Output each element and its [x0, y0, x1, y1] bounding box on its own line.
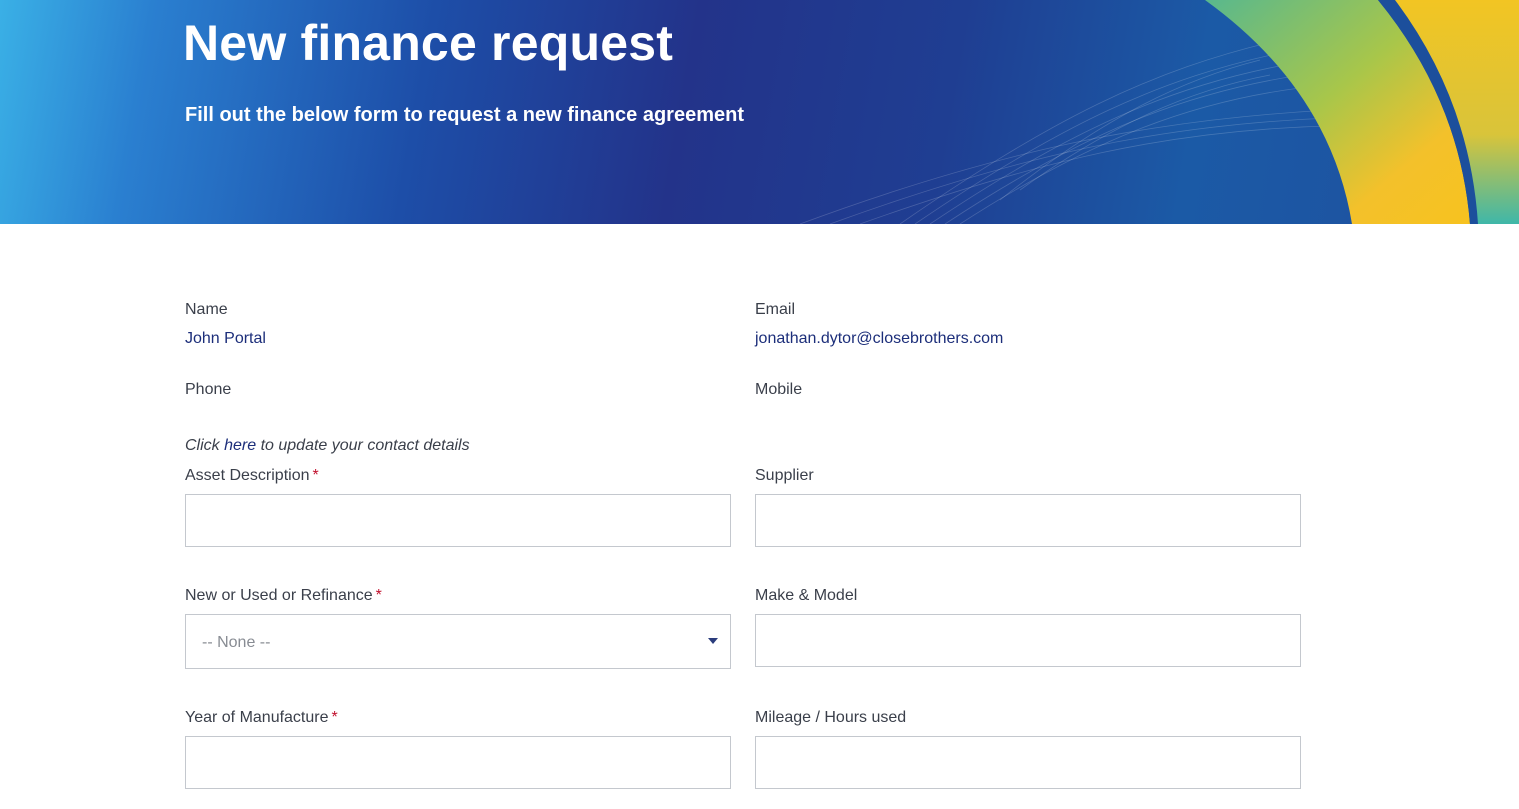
year-input[interactable]: [185, 736, 731, 789]
mobile-label: Mobile: [755, 381, 803, 398]
phone-field: Phone: [185, 380, 731, 400]
name-field: Name John Portal: [185, 300, 731, 349]
make-model-input[interactable]: [755, 614, 1301, 667]
mileage-label: Mileage / Hours used: [755, 709, 907, 726]
supplier-field: Supplier: [755, 466, 1301, 547]
name-label: Name: [185, 301, 228, 318]
required-marker: *: [375, 587, 382, 604]
asset-description-input[interactable]: [185, 494, 731, 547]
required-marker: *: [312, 467, 319, 484]
name-value: John Portal: [185, 330, 266, 347]
asset-description-label: Asset Description *: [185, 467, 319, 484]
mobile-field: Mobile: [755, 380, 1301, 400]
supplier-input[interactable]: [755, 494, 1301, 547]
update-contact-suffix: to update your contact details: [256, 437, 470, 454]
mileage-field: Mileage / Hours used: [755, 708, 1301, 789]
condition-field: New or Used or Refinance * -- None --: [185, 586, 731, 669]
condition-selected-value: -- None --: [202, 634, 271, 651]
make-model-label: Make & Model: [755, 587, 858, 604]
required-marker: *: [331, 709, 338, 726]
email-label: Email: [755, 301, 796, 318]
page-title: New finance request: [183, 15, 674, 71]
page-subtitle: Fill out the below form to request a new…: [185, 104, 744, 126]
page-header-banner: New finance request Fill out the below f…: [0, 0, 1519, 224]
chevron-down-icon: [708, 638, 718, 644]
update-contact-link[interactable]: here: [224, 437, 256, 454]
phone-label: Phone: [185, 381, 232, 398]
make-model-field: Make & Model: [755, 586, 1301, 667]
finance-request-form: Name John Portal Email jonathan.dytor@cl…: [185, 224, 1301, 809]
condition-label: New or Used or Refinance *: [185, 587, 382, 604]
update-contact-hint: Click here to update your contact detail…: [185, 437, 470, 455]
update-contact-prefix: Click: [185, 437, 225, 454]
email-field: Email jonathan.dytor@closebrothers.com: [755, 300, 1301, 349]
year-field: Year of Manufacture *: [185, 708, 731, 789]
mileage-input[interactable]: [755, 736, 1301, 789]
email-value: jonathan.dytor@closebrothers.com: [755, 330, 1004, 347]
asset-description-field: Asset Description *: [185, 466, 731, 547]
year-label: Year of Manufacture *: [185, 709, 338, 726]
condition-select[interactable]: -- None --: [185, 614, 731, 669]
supplier-label: Supplier: [755, 467, 814, 484]
